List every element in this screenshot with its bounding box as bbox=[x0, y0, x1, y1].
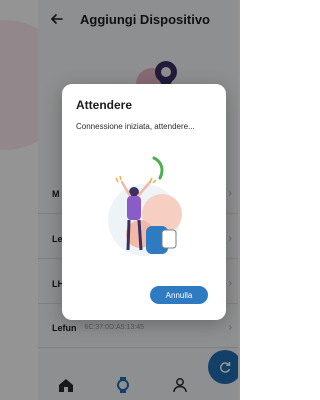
dialog-title: Attendere bbox=[76, 98, 133, 112]
dialog-message: Connessione iniziata, attendere... bbox=[76, 122, 195, 131]
connection-illustration bbox=[108, 156, 182, 256]
screen: Aggiungi Dispositivo M › Le › LH › Lefun bbox=[0, 0, 240, 400]
waiting-dialog: Attendere Connessione iniziata, attender… bbox=[62, 84, 226, 320]
cancel-button[interactable]: Annulla bbox=[150, 286, 208, 304]
